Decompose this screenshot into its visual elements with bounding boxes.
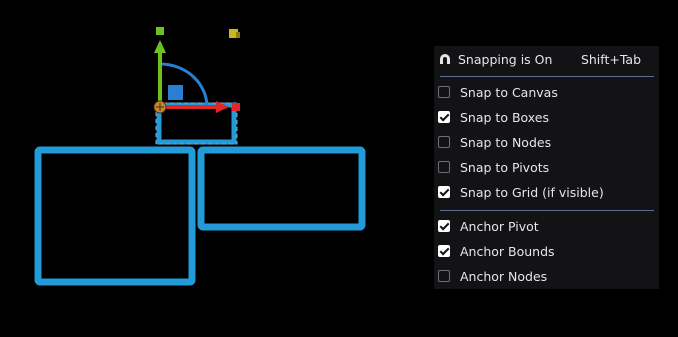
anchor-pivot-label: Anchor Pivot (460, 219, 539, 234)
rotate-arc-handle[interactable] (159, 62, 209, 108)
wide-box[interactable] (197, 146, 366, 231)
y-scale-handle[interactable] (156, 27, 164, 35)
magnet-icon (440, 54, 450, 64)
snap-to-pivots-option[interactable]: Snap to Pivots (434, 156, 659, 180)
snap-to-grid-label: Snap to Grid (if visible) (460, 185, 604, 200)
snap-to-pivots-label: Snap to Pivots (460, 160, 550, 175)
snapping-toggle-row[interactable]: Snapping is On Shift+Tab (434, 46, 659, 74)
snap-to-canvas-label: Snap to Canvas (460, 85, 558, 100)
menu-separator (440, 210, 654, 211)
snap-to-nodes-checkbox[interactable] (438, 136, 450, 148)
snap-to-nodes-option[interactable]: Snap to Nodes (434, 131, 659, 155)
corner-handle-shadow (236, 32, 240, 38)
snap-to-grid-option[interactable]: Snap to Grid (if visible) (434, 181, 659, 205)
snap-to-canvas-option[interactable]: Snap to Canvas (434, 81, 659, 105)
snapping-status-label: Snapping is On (458, 52, 553, 67)
uniform-scale-handle[interactable] (168, 85, 183, 100)
snap-to-boxes-label: Snap to Boxes (460, 110, 550, 125)
anchor-nodes-option[interactable]: Anchor Nodes (434, 265, 659, 289)
snap-to-boxes-option[interactable]: Snap to Boxes (434, 106, 659, 130)
selected-box[interactable] (156, 102, 237, 145)
snap-to-nodes-label: Snap to Nodes (460, 135, 552, 150)
anchor-bounds-label: Anchor Bounds (460, 244, 555, 259)
snap-to-pivots-checkbox[interactable] (438, 161, 450, 173)
large-box[interactable] (34, 146, 196, 286)
anchor-bounds-option[interactable]: Anchor Bounds (434, 240, 659, 264)
anchor-pivot-option[interactable]: Anchor Pivot (434, 215, 659, 239)
snap-to-grid-checkbox[interactable] (438, 186, 450, 198)
anchor-nodes-label: Anchor Nodes (460, 269, 548, 284)
anchor-bounds-checkbox[interactable] (438, 245, 450, 257)
snapping-shortcut-label: Shift+Tab (580, 52, 641, 67)
snapping-menu: Snapping is On Shift+Tab Snap to Canvas … (434, 46, 659, 289)
anchor-nodes-checkbox[interactable] (438, 270, 450, 282)
y-axis-arrow-icon[interactable] (154, 40, 166, 53)
snap-to-boxes-checkbox[interactable] (438, 111, 450, 123)
selection-outline (155, 102, 238, 145)
x-scale-handle[interactable] (232, 103, 240, 111)
anchor-pivot-checkbox[interactable] (438, 220, 450, 232)
menu-separator (440, 76, 654, 77)
snap-to-canvas-checkbox[interactable] (438, 86, 450, 98)
